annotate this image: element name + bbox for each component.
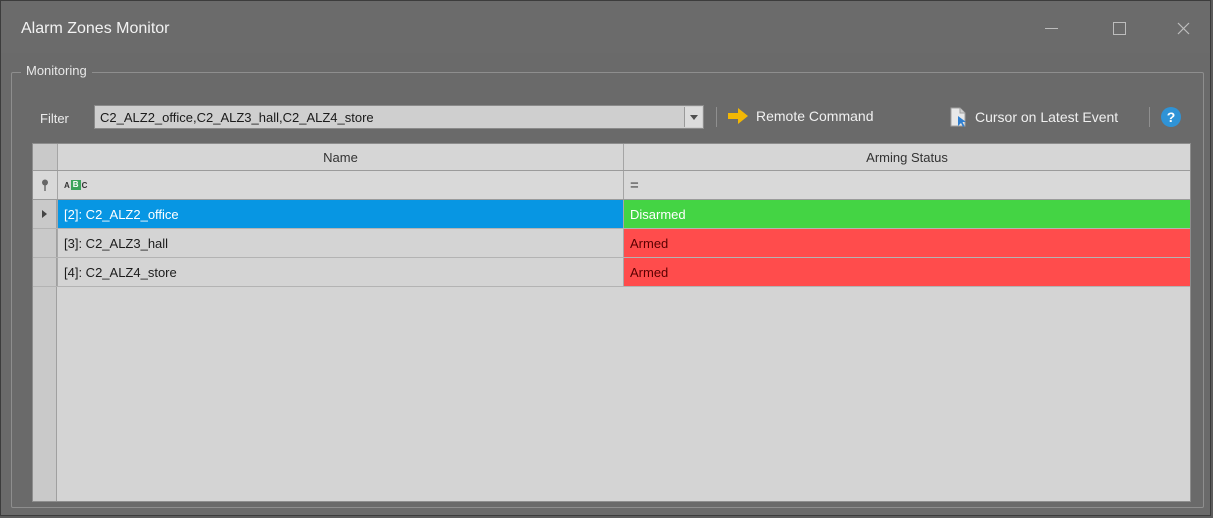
equals-operator-icon: = bbox=[630, 176, 639, 194]
toolbar-separator bbox=[716, 107, 717, 127]
column-header-arming-status[interactable]: Arming Status bbox=[623, 144, 1190, 170]
status-filter-cell[interactable]: = bbox=[623, 171, 1190, 199]
filter-combobox[interactable]: C2_ALZ2_office,C2_ALZ3_hall,C2_ALZ4_stor… bbox=[94, 105, 704, 129]
maximize-button[interactable] bbox=[1104, 15, 1134, 41]
table-row[interactable]: [4]: C2_ALZ4_store Armed bbox=[33, 258, 1190, 287]
help-icon: ? bbox=[1166, 109, 1176, 125]
filter-label: Filter bbox=[40, 111, 69, 126]
toolbar-separator bbox=[1149, 107, 1150, 127]
remote-command-button[interactable]: Remote Command bbox=[727, 107, 874, 125]
close-icon bbox=[1177, 22, 1189, 34]
zone-name-cell[interactable]: [4]: C2_ALZ4_store bbox=[57, 258, 623, 286]
monitoring-group-label: Monitoring bbox=[21, 63, 92, 78]
alarm-zones-monitor-window: Alarm Zones Monitor Monitoring Filter C2… bbox=[0, 0, 1211, 516]
title-bar[interactable]: Alarm Zones Monitor bbox=[1, 1, 1210, 53]
row-pointer-icon bbox=[42, 210, 47, 218]
arming-status-cell[interactable]: Armed bbox=[623, 258, 1190, 286]
window-title: Alarm Zones Monitor bbox=[21, 20, 170, 37]
minimize-icon bbox=[1044, 27, 1058, 29]
filter-value[interactable]: C2_ALZ2_office,C2_ALZ3_hall,C2_ALZ4_stor… bbox=[100, 110, 374, 125]
table-row[interactable]: [2]: C2_ALZ2_office Disarmed bbox=[33, 200, 1190, 229]
minimize-button[interactable] bbox=[1036, 15, 1066, 41]
alarm-zones-grid[interactable]: Name Arming Status ABC = [2]: C2_ALZ2_of… bbox=[32, 143, 1191, 502]
grid-header: Name Arming Status bbox=[33, 144, 1190, 171]
arming-status-cell[interactable]: Armed bbox=[623, 229, 1190, 257]
table-row[interactable]: [3]: C2_ALZ3_hall Armed bbox=[33, 229, 1190, 258]
column-header-name[interactable]: Name bbox=[57, 144, 623, 170]
pin-icon bbox=[42, 179, 48, 191]
chevron-down-icon bbox=[689, 114, 698, 120]
abc-filter-icon: ABC bbox=[64, 180, 88, 190]
zone-name-cell[interactable]: [2]: C2_ALZ2_office bbox=[57, 200, 623, 228]
header-corner bbox=[33, 144, 57, 170]
cursor-on-latest-event-button[interactable]: Cursor on Latest Event bbox=[949, 107, 1118, 127]
arrow-right-icon bbox=[728, 108, 748, 124]
name-filter-cell[interactable]: ABC bbox=[57, 171, 623, 199]
document-cursor-icon bbox=[950, 107, 966, 127]
arming-status-cell[interactable]: Disarmed bbox=[623, 200, 1190, 228]
filter-dropdown-button[interactable] bbox=[684, 107, 702, 127]
help-button[interactable]: ? bbox=[1161, 107, 1181, 127]
zone-name-cell[interactable]: [3]: C2_ALZ3_hall bbox=[57, 229, 623, 257]
close-button[interactable] bbox=[1168, 15, 1198, 41]
auto-filter-row: ABC = bbox=[33, 171, 1190, 200]
remote-command-label: Remote Command bbox=[756, 108, 874, 124]
cursor-on-latest-event-label: Cursor on Latest Event bbox=[975, 109, 1119, 125]
maximize-icon bbox=[1112, 21, 1126, 35]
